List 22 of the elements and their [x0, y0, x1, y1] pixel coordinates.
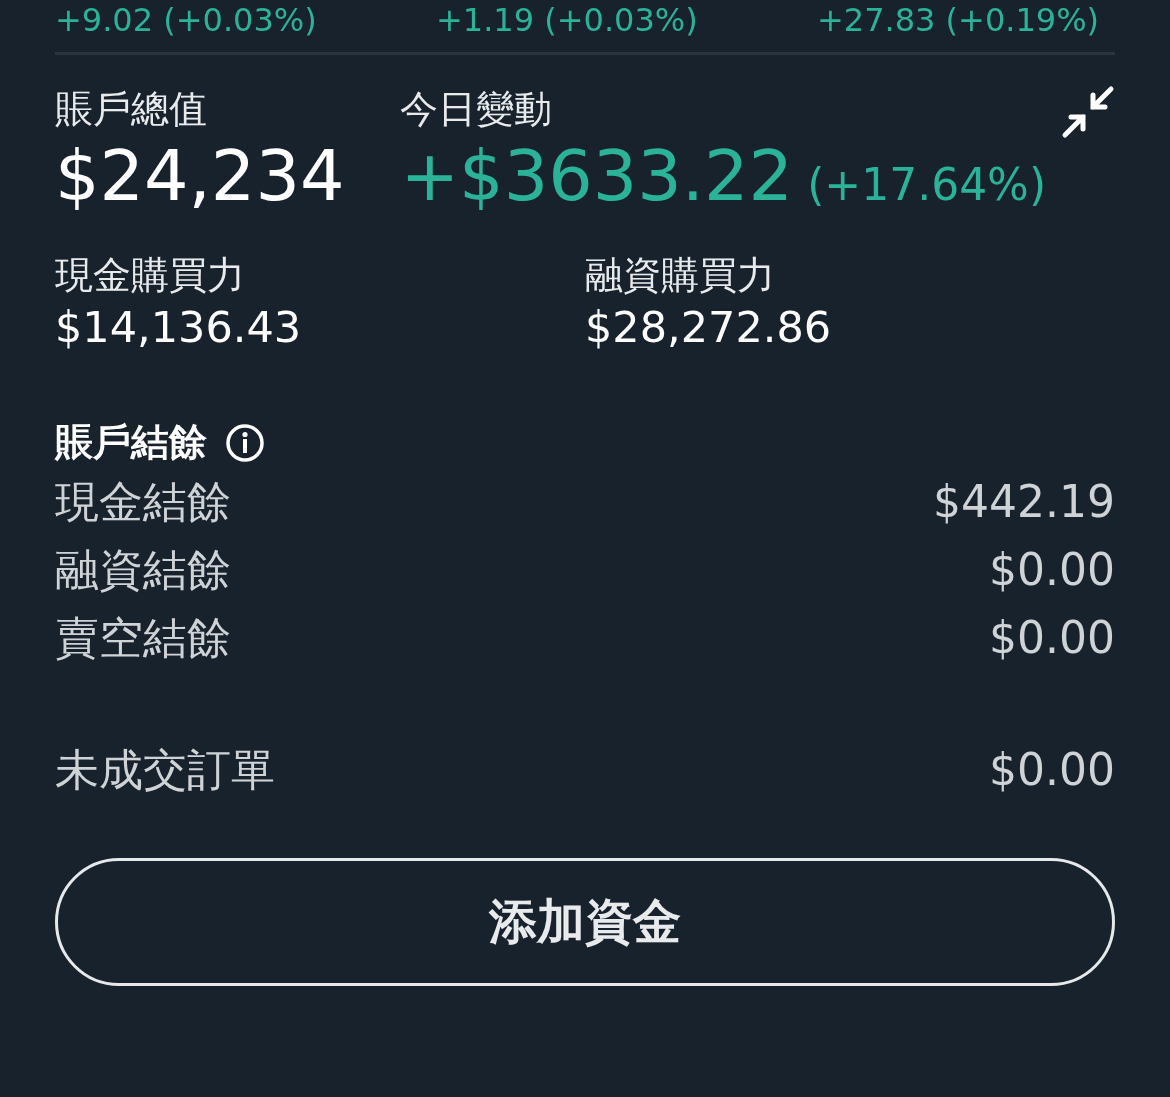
- change-percent: (+17.64%): [807, 159, 1047, 210]
- change-value: +$3633.22: [400, 135, 794, 217]
- section-title: 賬戶結餘: [55, 419, 207, 466]
- index-change: +9.02 (+0.03%): [55, 2, 318, 38]
- row-value: $0.00: [989, 743, 1115, 797]
- row-label: 未成交訂單: [55, 743, 275, 797]
- add-funds-button[interactable]: 添加資金: [55, 858, 1115, 986]
- label: 現金購買力: [55, 252, 246, 299]
- label: 今日變動: [400, 86, 554, 133]
- account-value: $24,234: [55, 134, 345, 219]
- label: 賬戶總值: [55, 86, 208, 133]
- index-change: +1.19 (+0.03%): [436, 2, 699, 38]
- row-value: $0.00: [989, 611, 1115, 665]
- row-label: 現金結餘: [55, 475, 231, 529]
- row-value: $0.00: [989, 543, 1115, 597]
- label: 融資購買力: [585, 252, 776, 299]
- index-change: +27.83 (+0.19%): [817, 2, 1101, 38]
- row-label: 融資結餘: [55, 543, 231, 597]
- amount: $28,272.86: [585, 301, 833, 354]
- amount: $14,136.43: [55, 301, 303, 354]
- row-label: 賣空結餘: [55, 611, 231, 665]
- row-value: $442.19: [933, 475, 1115, 529]
